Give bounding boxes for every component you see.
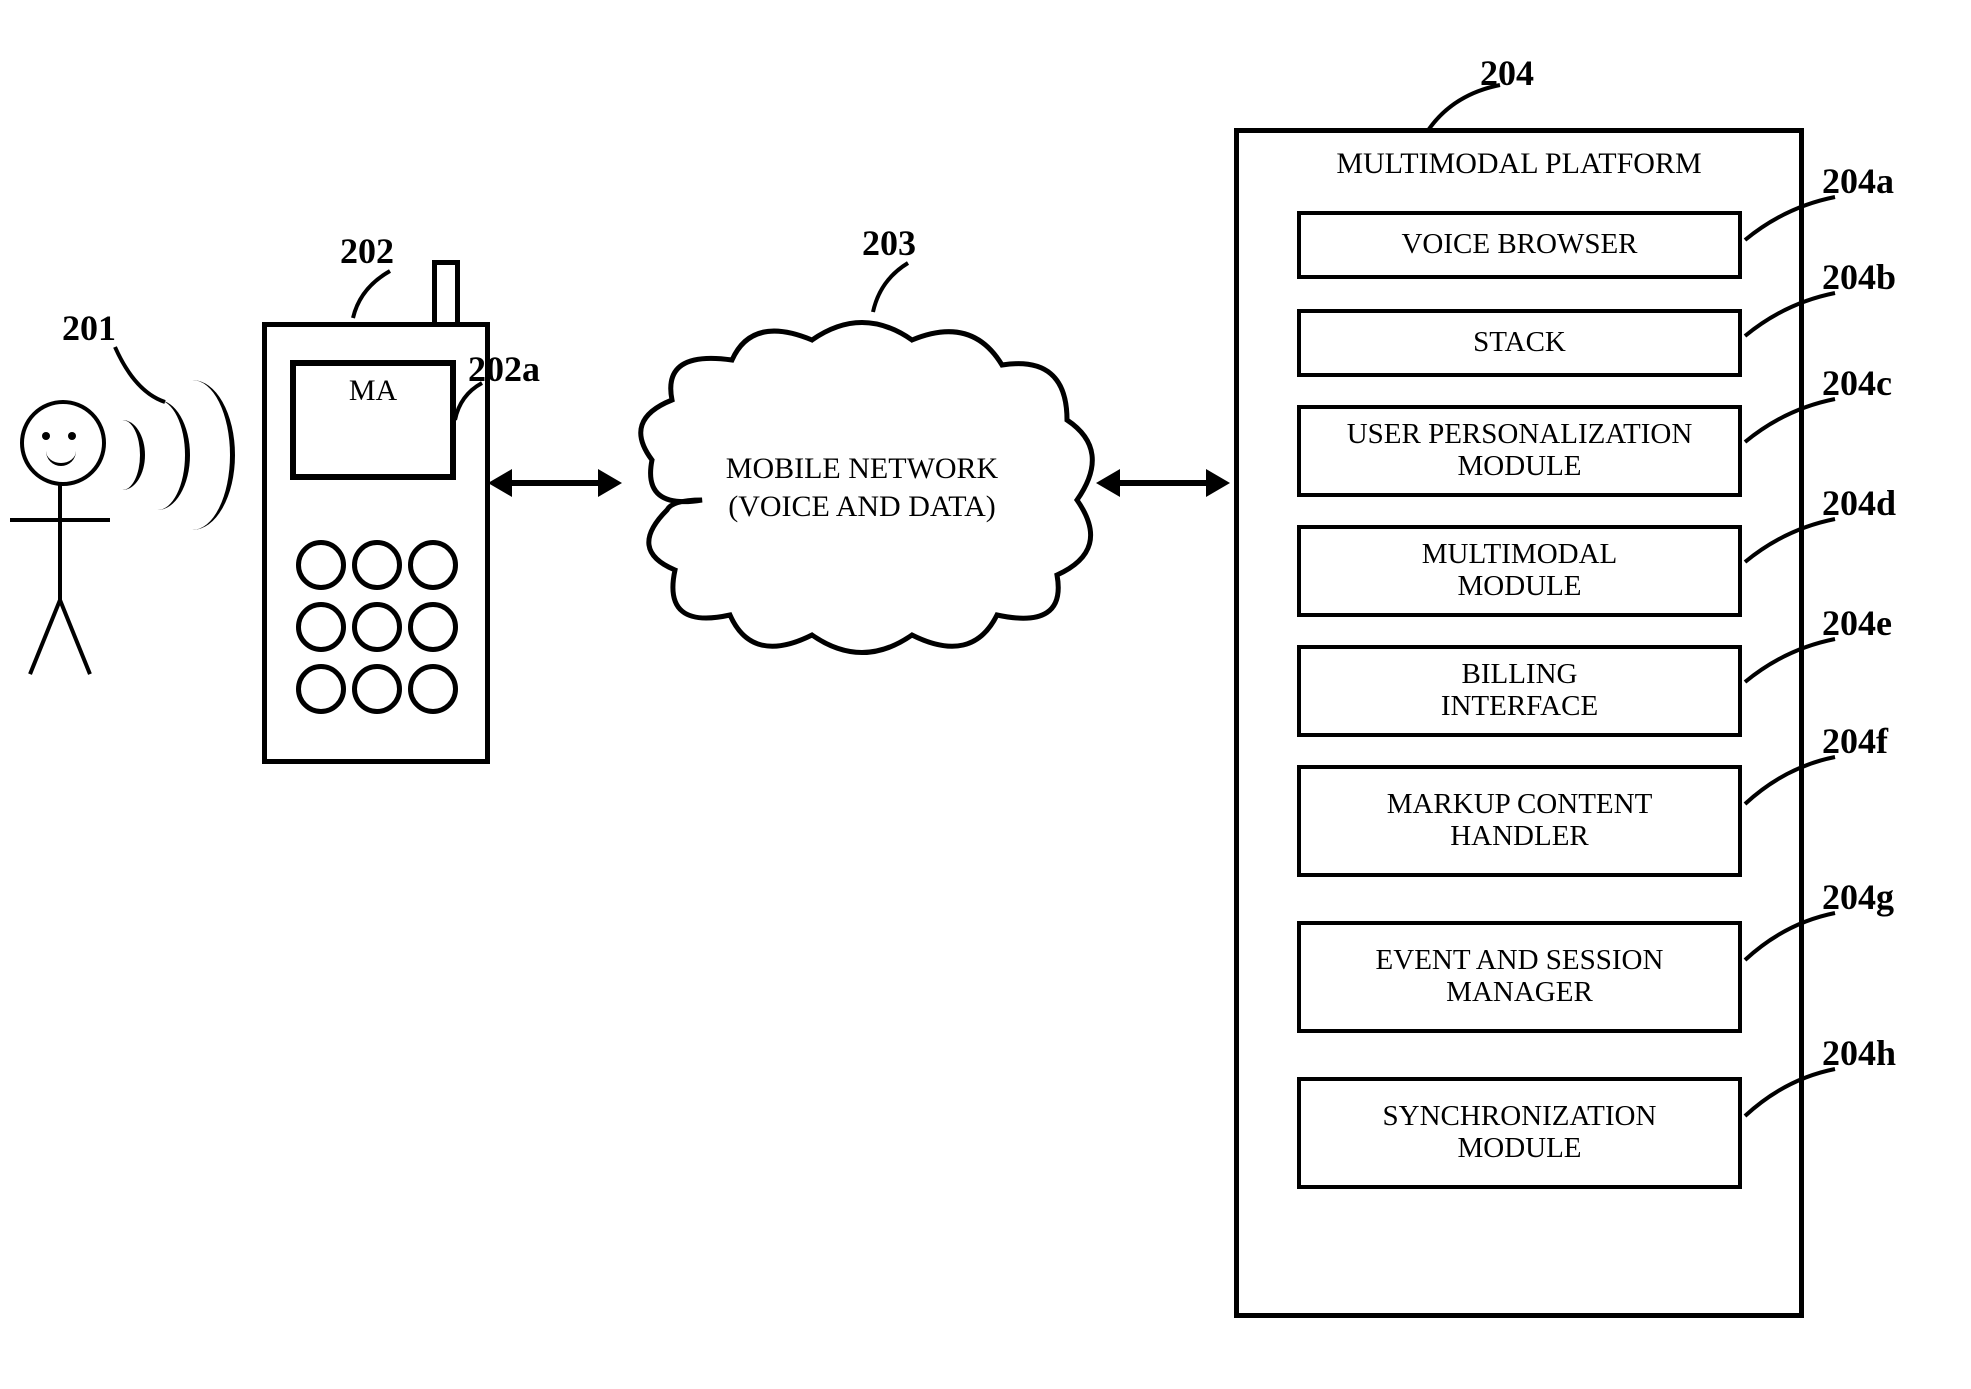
phone-key [408,664,458,714]
phone-key [408,602,458,652]
module-user-personalization: USER PERSONALIZATION MODULE [1297,405,1742,497]
leader-phone-screen [452,380,492,430]
platform-panel: MULTIMODAL PLATFORM VOICE BROWSER STACK … [1234,128,1804,1318]
ref-cloud: 203 [862,222,916,264]
leader-phone [350,268,420,328]
leader-mod-e [1740,634,1840,689]
cloud-label-line2: (VOICE AND DATA) [612,488,1112,526]
leader-mod-b [1740,288,1840,343]
module-label: BILLING INTERFACE [1441,659,1598,723]
cloud-label-line1: MOBILE NETWORK [612,450,1112,488]
phone-key [352,664,402,714]
user-head [20,400,106,486]
leader-mod-h [1740,1064,1840,1124]
leader-mod-c [1740,394,1840,449]
arrow-cloud-platform [1118,480,1208,486]
phone-key [296,540,346,590]
arrow-phone-cloud [510,480,600,486]
module-multimodal: MULTIMODAL MODULE [1297,525,1742,617]
module-label: VOICE BROWSER [1401,229,1637,261]
module-billing-interface: BILLING INTERFACE [1297,645,1742,737]
phone-screen: MA [290,360,456,480]
phone-key [352,602,402,652]
phone-key [352,540,402,590]
leader-mod-g [1740,908,1840,968]
module-stack: STACK [1297,309,1742,377]
platform-title: MULTIMODAL PLATFORM [1239,147,1799,181]
diagram-canvas: 201 202 MA 202a 203 [0,0,1971,1389]
arrow-head-left-icon [1096,469,1120,497]
user-leg-r [28,599,62,675]
module-label: MULTIMODAL MODULE [1422,539,1617,603]
module-event-session: EVENT AND SESSION MANAGER [1297,921,1742,1033]
phone-screen-text: MA [349,374,397,408]
leader-mod-f [1740,752,1840,812]
module-label: SYNCHRONIZATION MODULE [1383,1101,1657,1165]
module-label: MARKUP CONTENT HANDLER [1387,789,1653,853]
phone-key [296,602,346,652]
phone-key [408,540,458,590]
speech-arc-3 [150,380,235,530]
arrow-head-right-icon [1206,469,1230,497]
module-label: USER PERSONALIZATION MODULE [1347,419,1693,483]
leader-mod-d [1740,514,1840,569]
cloud-label: MOBILE NETWORK (VOICE AND DATA) [612,450,1112,525]
user-leg-l [58,599,92,675]
user-arms [10,518,110,522]
module-synchronization: SYNCHRONIZATION MODULE [1297,1077,1742,1189]
arrow-head-left-icon [488,469,512,497]
cloud: MOBILE NETWORK (VOICE AND DATA) [612,300,1112,670]
module-label: EVENT AND SESSION MANAGER [1376,945,1664,1009]
module-markup-handler: MARKUP CONTENT HANDLER [1297,765,1742,877]
ref-user: 201 [62,307,116,349]
phone-key [296,664,346,714]
ref-phone: 202 [340,230,394,272]
module-label: STACK [1473,327,1566,359]
module-voice-browser: VOICE BROWSER [1297,211,1742,279]
leader-mod-a [1740,192,1840,247]
user-body [58,482,62,602]
